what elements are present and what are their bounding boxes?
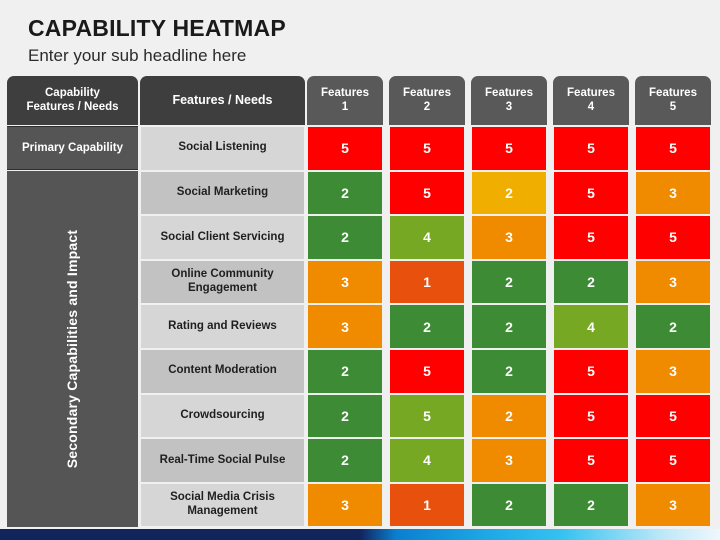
heatmap-cell[interactable]: 2: [307, 393, 383, 439]
category-primary-capability: Primary Capability: [7, 126, 138, 170]
header-features-3-name: Features: [485, 87, 533, 100]
row-label[interactable]: Rating and Reviews: [140, 304, 305, 349]
row-label[interactable]: Online Community Engagement: [140, 259, 305, 305]
heatmap-cell[interactable]: 2: [307, 349, 383, 394]
heatmap-cell[interactable]: 2: [471, 393, 547, 439]
matrix-header-row: Capability Features / Needs Features / N…: [4, 76, 716, 125]
row-label[interactable]: Social Marketing: [140, 170, 305, 216]
row-label[interactable]: Content Moderation: [140, 349, 305, 394]
heatmap-cell[interactable]: 2: [635, 304, 711, 349]
heatmap-cell[interactable]: 3: [635, 482, 711, 528]
header-features-4-number: 4: [587, 100, 595, 113]
heatmap-cell[interactable]: 5: [553, 349, 629, 394]
heatmap-cell[interactable]: 3: [471, 438, 547, 483]
header-features-5: Features 5: [635, 76, 711, 125]
row-label[interactable]: Real-Time Social Pulse: [140, 438, 305, 483]
header-capability-column: Capability Features / Needs: [7, 76, 138, 125]
heatmap-cell[interactable]: 2: [471, 170, 547, 216]
header-features-2: Features 2: [389, 76, 465, 125]
header-features-1: Features 1: [307, 76, 383, 125]
heatmap-cell[interactable]: 5: [307, 126, 383, 171]
heatmap-cell[interactable]: 3: [471, 215, 547, 260]
heatmap-cell[interactable]: 5: [389, 349, 465, 394]
heatmap-cell[interactable]: 2: [553, 482, 629, 528]
heatmap-cell[interactable]: 2: [471, 349, 547, 394]
row-label[interactable]: Crowdsourcing: [140, 393, 305, 439]
header-features-5-name: Features: [649, 87, 697, 100]
heatmap-cell[interactable]: 2: [471, 304, 547, 349]
heatmap-cell[interactable]: 2: [471, 482, 547, 528]
heatmap-cell[interactable]: 3: [635, 259, 711, 305]
heatmap-cell[interactable]: 5: [471, 126, 547, 171]
heatmap-cell[interactable]: 5: [553, 438, 629, 483]
heatmap-cell[interactable]: 5: [635, 215, 711, 260]
row-label[interactable]: Social Listening: [140, 126, 305, 171]
heatmap-cell[interactable]: 2: [307, 215, 383, 260]
heatmap-cell[interactable]: 2: [389, 304, 465, 349]
header-features-4-name: Features: [567, 87, 615, 100]
heatmap-cell[interactable]: 2: [471, 259, 547, 305]
header-features-5-number: 5: [669, 100, 677, 113]
heatmap-cell[interactable]: 3: [307, 304, 383, 349]
heatmap-cell[interactable]: 2: [307, 438, 383, 483]
heatmap-cell[interactable]: 1: [389, 482, 465, 528]
page-title: CAPABILITY HEATMAP: [28, 15, 286, 41]
page-subtitle: Enter your sub headline here: [28, 46, 247, 65]
heatmap-cell[interactable]: 5: [553, 126, 629, 171]
heatmap-cell[interactable]: 3: [307, 259, 383, 305]
heatmap-cell[interactable]: 4: [553, 304, 629, 349]
heatmap-cell[interactable]: 5: [635, 126, 711, 171]
heatmap-cell[interactable]: 3: [635, 349, 711, 394]
header-capability-line1: Capability: [45, 87, 100, 100]
header-features-needs-column: Features / Needs: [140, 76, 305, 125]
header-features-3-number: 3: [505, 100, 513, 113]
header-capability-line2: Features / Needs: [26, 100, 119, 113]
header-features-1-name: Features: [321, 87, 369, 100]
heatmap-cell[interactable]: 4: [389, 215, 465, 260]
heatmap-cell[interactable]: 5: [389, 170, 465, 216]
heatmap-cell[interactable]: 5: [553, 393, 629, 439]
category-secondary-capabilities: Secondary Capabilities and Impact: [7, 171, 138, 527]
heatmap-cell[interactable]: 5: [553, 170, 629, 216]
header-features-2-name: Features: [403, 87, 451, 100]
heatmap-cell[interactable]: 5: [553, 215, 629, 260]
header-features-3: Features 3: [471, 76, 547, 125]
header-features-4: Features 4: [553, 76, 629, 125]
row-label[interactable]: Social Client Servicing: [140, 215, 305, 260]
category-secondary-label: Secondary Capabilities and Impact: [64, 229, 81, 469]
heatmap-cell[interactable]: 3: [635, 170, 711, 216]
header-features-2-number: 2: [423, 100, 431, 113]
heatmap-cell[interactable]: 5: [635, 393, 711, 439]
heatmap-cell[interactable]: 5: [635, 438, 711, 483]
heatmap-cell[interactable]: 1: [389, 259, 465, 305]
bottom-accent-strip: [0, 529, 720, 540]
heatmap-cell[interactable]: 4: [389, 438, 465, 483]
heatmap-cell[interactable]: 2: [307, 170, 383, 216]
heatmap-cell[interactable]: 5: [389, 393, 465, 439]
row-label[interactable]: Social Media Crisis Management: [140, 482, 305, 528]
heatmap-cell[interactable]: 2: [553, 259, 629, 305]
header-features-1-number: 1: [341, 100, 349, 113]
capability-heatmap-matrix: Capability Features / Needs Features / N…: [4, 76, 716, 529]
heatmap-cell[interactable]: 3: [307, 482, 383, 528]
heatmap-cell[interactable]: 5: [389, 126, 465, 171]
